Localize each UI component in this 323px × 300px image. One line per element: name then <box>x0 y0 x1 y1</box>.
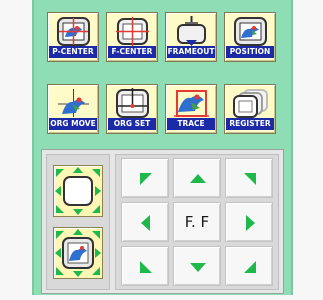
arrow-left-icon <box>141 215 150 231</box>
jog-down-button[interactable] <box>173 246 221 286</box>
jog-left-button[interactable] <box>121 202 169 242</box>
f-center-label: F-CENTER <box>108 46 156 58</box>
register-button[interactable]: REGISTER <box>224 84 276 134</box>
p-center-label: P-CENTER <box>49 46 97 58</box>
jog-down-left-button[interactable] <box>121 246 169 286</box>
arrow-right-icon <box>246 215 255 231</box>
frameout-label: FRAMEOUT <box>167 46 215 58</box>
org-set-label: ORG SET <box>108 118 156 130</box>
jog-direction-grid: F. F <box>115 154 279 290</box>
jog-up-button[interactable] <box>173 158 221 198</box>
arrow-up-right-icon <box>244 173 256 185</box>
jog-frame: F. F <box>41 149 284 294</box>
jog-up-right-button[interactable] <box>225 158 273 198</box>
origin-set-icon <box>116 88 149 118</box>
frame-expand-arrows-icon <box>55 167 101 215</box>
arrow-down-left-icon <box>140 261 152 273</box>
frame-crosshair-icon <box>116 17 149 46</box>
pattern-expand-arrows-icon <box>55 229 101 277</box>
f-center-button[interactable]: F-CENTER <box>106 12 158 62</box>
register-frames-icon <box>233 89 268 118</box>
frame-out-icon <box>177 16 206 46</box>
jog-mode-box <box>46 154 110 290</box>
trace-bird-icon <box>174 90 209 117</box>
jog-up-left-button[interactable] <box>121 158 169 198</box>
jog-right-button[interactable] <box>225 202 273 242</box>
p-center-button[interactable]: P-CENTER <box>47 12 99 62</box>
org-set-button[interactable]: ORG SET <box>106 84 158 134</box>
origin-move-icon <box>58 89 89 117</box>
org-move-label: ORG MOVE <box>49 118 97 130</box>
arrow-down-right-icon <box>244 261 256 273</box>
position-label: POSITION <box>226 46 274 58</box>
arrow-up-icon <box>190 174 206 183</box>
register-label: REGISTER <box>226 118 274 130</box>
arrow-down-icon <box>190 263 206 272</box>
position-button[interactable]: POSITION <box>224 12 276 62</box>
arrow-up-left-icon <box>140 173 152 185</box>
feed-frame-button[interactable]: F. F <box>173 202 221 242</box>
pattern-move-mode-button[interactable] <box>53 227 103 279</box>
trace-button[interactable]: TRACE <box>165 84 217 134</box>
feed-frame-label: F. F <box>184 213 210 231</box>
hoop-bird-center-icon <box>57 17 90 46</box>
org-move-button[interactable]: ORG MOVE <box>47 84 99 134</box>
jog-down-right-button[interactable] <box>225 246 273 286</box>
bird-position-icon <box>234 17 267 46</box>
control-panel: P-CENTER F-CENTER FRAMEOUT POSITION ORG … <box>32 0 293 295</box>
trace-label: TRACE <box>167 118 215 130</box>
frameout-button[interactable]: FRAMEOUT <box>165 12 217 62</box>
frame-move-mode-button[interactable] <box>53 165 103 217</box>
